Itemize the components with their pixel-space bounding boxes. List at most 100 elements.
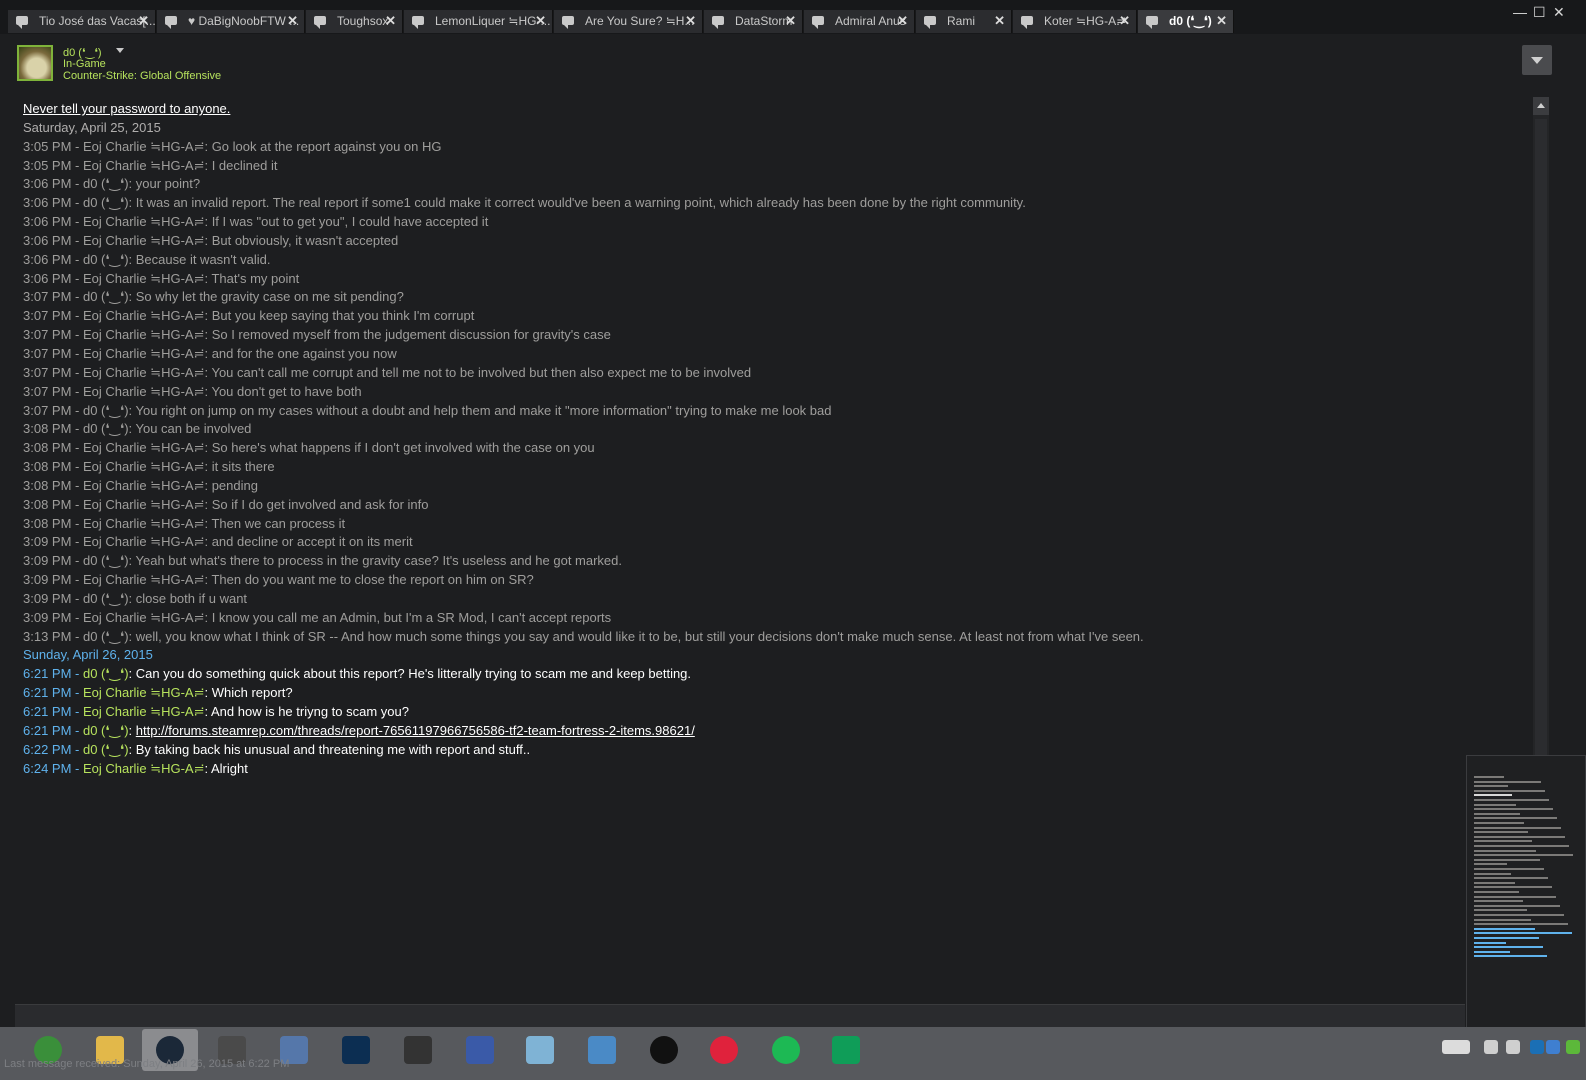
message-sender: d0 (❛‿❛)	[82, 722, 129, 738]
chat-options-button[interactable]	[1522, 45, 1552, 75]
close-icon[interactable]: ✕	[535, 13, 546, 29]
close-icon[interactable]: ✕	[1216, 13, 1227, 29]
chat-message: 3:07 PM - Eoj Charlie ≒HG-A≓: You can't …	[23, 364, 752, 380]
preview-line	[1474, 799, 1549, 801]
preview-line	[1474, 817, 1557, 820]
keyboard-icon[interactable]	[1442, 1040, 1470, 1054]
preview-line	[1474, 794, 1512, 797]
close-icon[interactable]: ✕	[994, 13, 1005, 29]
preview-line	[1474, 845, 1569, 847]
taskbar-button[interactable]	[758, 1029, 814, 1071]
close-icon[interactable]: ✕	[385, 13, 396, 29]
message-timestamp: 6:21 PM -	[23, 704, 83, 719]
chat-message: 3:06 PM - d0 (❛‿❛): Because it wasn't va…	[23, 251, 271, 267]
message-timestamp: 6:24 PM -	[23, 760, 83, 776]
preview-line	[1474, 877, 1548, 880]
chat-message: 6:21 PM - Eoj Charlie ≒HG-A≓: Which repo…	[23, 684, 1513, 703]
chat-message: 3:08 PM - Eoj Charlie ≒HG-A≓: So here's …	[23, 440, 595, 456]
preview-line	[1474, 863, 1507, 866]
chat-tab[interactable]: Koter ≒HG-A≓ ✕	[1013, 10, 1137, 33]
chat-message: 3:07 PM - d0 (❛‿❛): You right on jump on…	[23, 402, 832, 418]
chat-bubble-icon	[16, 16, 28, 29]
taskbar-button[interactable]	[452, 1029, 508, 1071]
taskbar-button[interactable]	[818, 1029, 874, 1071]
tab-label: Koter ≒HG-A≓	[1044, 14, 1127, 28]
message-link[interactable]: http://forums.steamrep.com/threads/repor…	[136, 723, 695, 738]
avatar[interactable]	[17, 45, 53, 81]
old-message-list: 3:05 PM - Eoj Charlie ≒HG-A≓: Go look at…	[23, 138, 1513, 647]
hangouts-icon	[832, 1036, 860, 1064]
tray-up-arrow-icon[interactable]	[1484, 1040, 1498, 1054]
tab-label: LemonLiquer ≒HG-...	[435, 14, 551, 28]
preview-line	[1474, 831, 1528, 834]
message-text: :	[128, 722, 136, 738]
chevron-down-icon[interactable]	[116, 48, 124, 53]
taskbar-button[interactable]	[512, 1029, 568, 1071]
friend-status: In-Game	[63, 58, 106, 70]
message-text: : Can you do something quick about this …	[128, 666, 692, 682]
window-preview-thumbnail[interactable]	[1466, 755, 1586, 1035]
chat-message: 6:21 PM - d0 (❛‿❛): http://forums.steamr…	[23, 722, 1513, 741]
date-header: Saturday, April 25, 2015	[23, 119, 161, 135]
preview-line	[1474, 904, 1560, 907]
chat-message: 6:21 PM - d0 (❛‿❛): Can you do something…	[23, 665, 1513, 684]
preview-line	[1474, 895, 1556, 898]
message-sender: d0 (❛‿❛)	[82, 666, 129, 682]
chat-message: 3:08 PM - d0 (❛‿❛): You can be involved	[23, 421, 252, 437]
chat-bubble-icon	[924, 16, 936, 29]
scroll-up-icon[interactable]	[1533, 97, 1549, 115]
taskbar-button[interactable]	[696, 1029, 752, 1071]
date-header: Sunday, April 26, 2015	[23, 647, 153, 663]
message-text: : Which report?	[204, 685, 293, 701]
maximize-icon[interactable]: ☐	[1533, 4, 1546, 21]
tray-blue-icon[interactable]	[1546, 1040, 1560, 1054]
close-icon[interactable]: ✕	[138, 13, 149, 29]
taskbar-button[interactable]	[328, 1029, 384, 1071]
message-sender: d0 (❛‿❛)	[82, 741, 129, 757]
message-text: : Alright	[204, 760, 248, 776]
chat-message: 3:08 PM - Eoj Charlie ≒HG-A≓: it sits th…	[23, 459, 275, 475]
chat-message: 3:09 PM - Eoj Charlie ≒HG-A≓: I know you…	[23, 609, 612, 625]
chat-message: 3:09 PM - d0 (❛‿❛): close both if u want	[23, 590, 248, 606]
chat-message: 3:07 PM - Eoj Charlie ≒HG-A≓: and for th…	[23, 345, 397, 361]
close-icon[interactable]: ✕	[1119, 13, 1130, 29]
preview-line	[1474, 835, 1565, 838]
chat-tab[interactable]: Toughsox ✕	[306, 10, 403, 33]
chat-tab[interactable]: DataStorm ✕	[704, 10, 803, 33]
message-sender: Eoj Charlie ≒HG-A≓	[82, 760, 205, 776]
preview-line	[1474, 785, 1508, 788]
close-icon[interactable]: ✕	[785, 13, 796, 29]
chat-tab[interactable]: Tio José das Vacas[... ✕	[8, 10, 156, 33]
obs-icon	[650, 1036, 678, 1064]
message-input[interactable]	[15, 1004, 1465, 1027]
close-icon[interactable]: ✕	[685, 13, 696, 29]
spotify-icon	[772, 1036, 800, 1064]
tray-green-icon[interactable]	[1566, 1040, 1580, 1054]
chat-tab-active[interactable]: d0 (❛‿❛) ✕	[1138, 10, 1234, 33]
preview-line	[1474, 822, 1524, 824]
tab-label: Rami	[947, 14, 976, 28]
close-window-icon[interactable]: ✕	[1553, 4, 1565, 21]
chat-tab[interactable]: Rami ✕	[916, 10, 1012, 33]
taskbar-button[interactable]	[636, 1029, 692, 1071]
close-icon[interactable]: ✕	[287, 13, 298, 29]
taskbar-button[interactable]	[390, 1029, 446, 1071]
new-message-list: 6:21 PM - d0 (❛‿❛): Can you do something…	[23, 665, 1513, 778]
chat-message: 3:05 PM - Eoj Charlie ≒HG-A≓: Go look at…	[23, 138, 442, 154]
chat-tab[interactable]: LemonLiquer ≒HG-... ✕	[404, 10, 553, 33]
chat-tab[interactable]: Admiral Anus ✕	[804, 10, 915, 33]
chat-bubble-icon	[165, 16, 177, 29]
chat-tab[interactable]: ♥ DaBigNoobFTW ... ✕	[157, 10, 305, 33]
preview-line	[1474, 946, 1543, 949]
preview-line	[1474, 900, 1523, 903]
steam-tray-icon[interactable]	[1530, 1040, 1544, 1054]
notepad-icon	[526, 1036, 554, 1064]
chat-tab[interactable]: Are You Sure? ≒H... ✕	[554, 10, 703, 33]
close-icon[interactable]: ✕	[897, 13, 908, 29]
link-icon[interactable]	[1506, 1040, 1520, 1054]
itunes-icon	[710, 1036, 738, 1064]
minimize-icon[interactable]: —	[1513, 4, 1527, 20]
tab-label: Are You Sure? ≒H...	[585, 14, 695, 28]
taskbar-button[interactable]	[574, 1029, 630, 1071]
chat-bubble-icon	[812, 16, 824, 29]
